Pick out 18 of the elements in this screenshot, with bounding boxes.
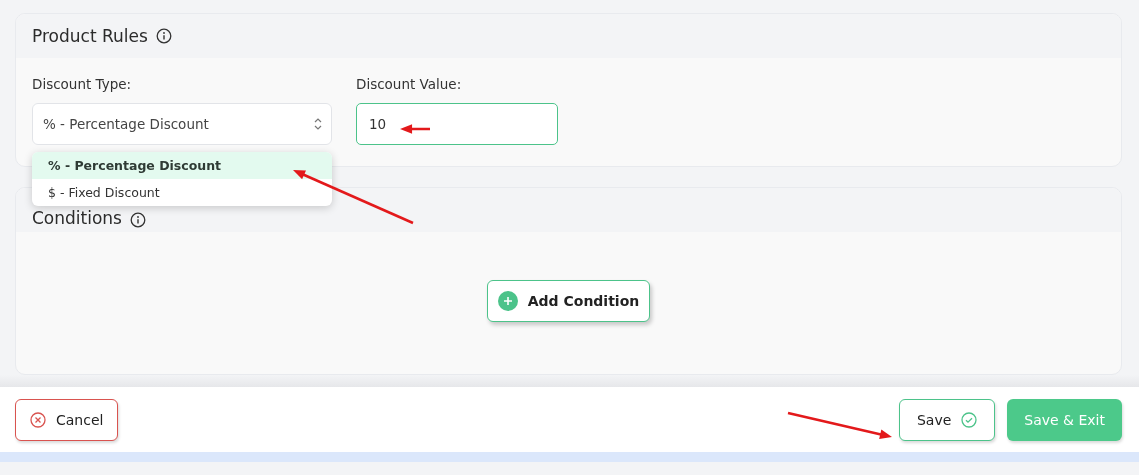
- check-circle-icon: [961, 411, 978, 428]
- field-label: Discount Type:: [32, 76, 133, 93]
- cancel-button[interactable]: Cancel: [15, 398, 119, 441]
- section-title: Conditions: [32, 208, 122, 228]
- add-condition-button[interactable]: Add Condition: [486, 279, 651, 322]
- discount-type-select[interactable]: % - Percentage Discount: [32, 103, 332, 145]
- field-label: Discount Value:: [356, 76, 463, 93]
- dropdown-option[interactable]: $ - Fixed Discount: [32, 179, 332, 206]
- dropdown-option[interactable]: % - Percentage Discount: [32, 152, 332, 179]
- sort-chevrons-icon: [313, 116, 323, 132]
- info-icon[interactable]: [130, 212, 146, 228]
- save-button[interactable]: Save: [898, 398, 996, 441]
- plus-circle-icon: [497, 290, 518, 311]
- section-title: Product Rules: [32, 26, 148, 46]
- info-icon[interactable]: [155, 28, 172, 44]
- discount-value-field[interactable]: 10: [356, 103, 558, 145]
- annotation-arrow: [400, 124, 430, 134]
- close-circle-icon: [30, 411, 46, 428]
